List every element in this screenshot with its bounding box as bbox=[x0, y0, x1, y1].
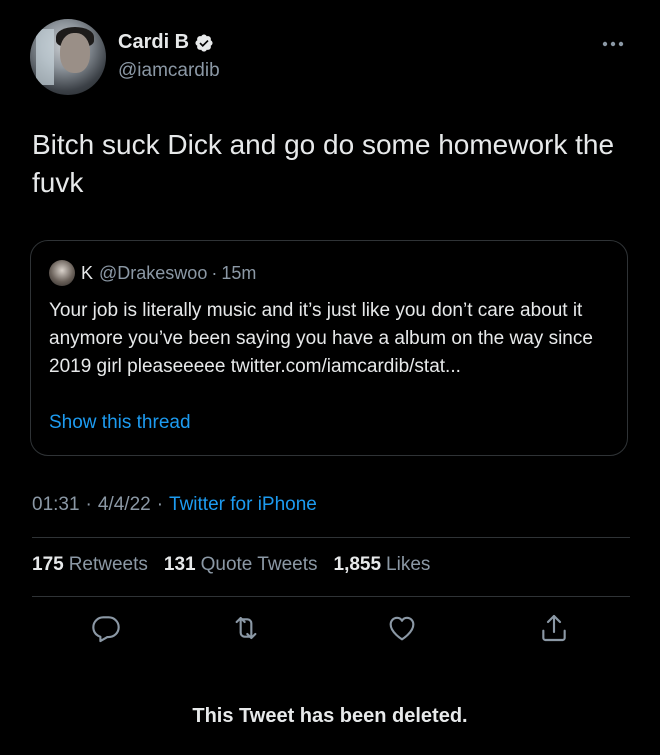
tweet-text: Bitch suck Dick and go do some homework … bbox=[32, 129, 615, 198]
retweets-stat[interactable]: 175 Retweets bbox=[32, 554, 148, 576]
quoted-author-avatar bbox=[49, 260, 75, 286]
like-button[interactable] bbox=[386, 612, 418, 644]
likes-stat[interactable]: 1,855 Likes bbox=[334, 554, 431, 576]
quoted-timestamp: 15m bbox=[221, 262, 257, 283]
quoted-tweet-header: K @Drakeswoo · 15m bbox=[49, 260, 256, 286]
author-handle[interactable]: @iamcardib bbox=[118, 60, 220, 82]
quoted-separator: · bbox=[211, 262, 218, 283]
likes-label: Likes bbox=[386, 554, 431, 575]
author-name-row[interactable]: Cardi B bbox=[118, 31, 214, 54]
tweet-time: 01:31 bbox=[32, 494, 80, 515]
meta-separator: · bbox=[85, 494, 92, 515]
like-icon bbox=[389, 616, 415, 641]
retweets-label: Retweets bbox=[68, 554, 148, 575]
likes-count: 1,855 bbox=[333, 554, 382, 575]
share-button[interactable] bbox=[538, 612, 570, 644]
reply-icon bbox=[92, 616, 120, 643]
reply-button[interactable] bbox=[90, 612, 122, 644]
show-thread-link[interactable]: Show this thread bbox=[49, 412, 191, 434]
quotes-count: 131 bbox=[163, 554, 196, 575]
quotes-label: Quote Tweets bbox=[200, 554, 318, 575]
quoted-tweet-card[interactable]: K @Drakeswoo · 15m Your job is literally… bbox=[30, 240, 628, 456]
tweet-meta: 01:31 · 4/4/22 · Twitter for iPhone bbox=[32, 494, 317, 516]
verified-badge-icon bbox=[195, 33, 213, 52]
author-display-name[interactable]: Cardi B bbox=[118, 31, 189, 54]
retweet-icon bbox=[235, 616, 257, 640]
divider bbox=[32, 537, 630, 538]
avatar-face bbox=[60, 33, 90, 73]
quote-tweets-stat[interactable]: 131 Quote Tweets bbox=[164, 554, 318, 576]
divider bbox=[32, 596, 630, 597]
more-options-icon[interactable] bbox=[598, 36, 628, 52]
deleted-tweet-notice: This Tweet has been deleted. bbox=[192, 705, 468, 727]
quoted-author-handle: @Drakeswoo bbox=[99, 262, 208, 283]
share-icon bbox=[542, 614, 566, 642]
retweets-count: 175 bbox=[32, 554, 64, 575]
tweet-stats: 175 Retweets 131 Quote Tweets 1,855 Likes bbox=[32, 554, 430, 576]
k-letter-icon: K bbox=[81, 262, 94, 283]
author-avatar[interactable] bbox=[30, 19, 106, 95]
quoted-tweet-text: Your job is literally music and it’s jus… bbox=[49, 300, 593, 377]
retweet-button[interactable] bbox=[230, 612, 262, 644]
avatar-background bbox=[36, 29, 54, 85]
tweet-date: 4/4/22 bbox=[97, 494, 151, 515]
meta-separator: · bbox=[156, 494, 164, 515]
tweet-source-link[interactable]: Twitter for iPhone bbox=[169, 494, 317, 516]
